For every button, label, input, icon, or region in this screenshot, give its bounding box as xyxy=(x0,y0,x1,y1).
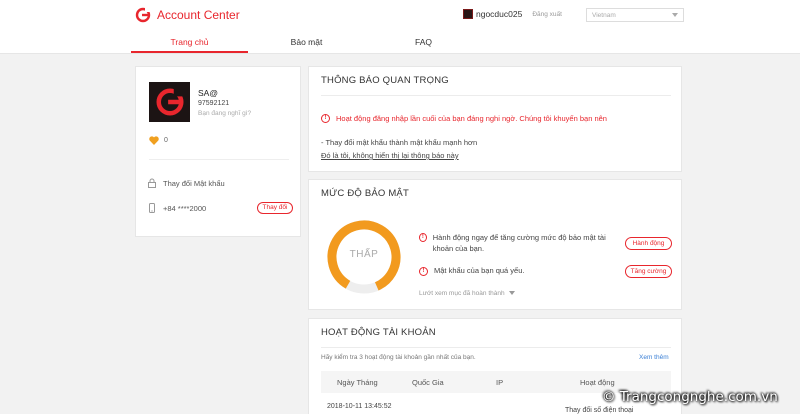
security-level-label: THẤP xyxy=(349,249,379,260)
table-row-action: Thay đổi số điện thoại xyxy=(565,407,634,414)
tab-security[interactable]: Bảo mật xyxy=(248,37,365,47)
action-now-button[interactable]: Hành động xyxy=(625,237,672,250)
security-item-text: Mật khẩu của bạn quá yếu. xyxy=(434,266,525,275)
notice-title: THÔNG BÁO QUAN TRỌNG xyxy=(321,75,449,86)
chevron-down-icon xyxy=(672,13,678,17)
notice-warning: ! Hoạt động đăng nhập lần cuối của bạn đ… xyxy=(321,114,607,123)
logo[interactable]: Account Center xyxy=(135,7,240,23)
completed-items-toggle[interactable]: Lướt xem mục đã hoàn thành xyxy=(419,290,515,297)
activity-title: HOẠT ĐỘNG TÀI KHOẢN xyxy=(321,327,436,338)
column-header-activity: Hoạt động xyxy=(580,378,615,387)
language-select[interactable]: Vietnam xyxy=(586,8,684,22)
user-menu[interactable]: ngocduc025 Đăng xuất xyxy=(463,9,562,19)
phone-row: +84 ****2000 xyxy=(147,203,206,213)
table-row-date: 2018-10-11 13:45:52 xyxy=(327,403,392,410)
notice-warning-text: Hoạt động đăng nhập lần cuối của bạn đán… xyxy=(336,114,607,123)
phone-number: +84 ****2000 xyxy=(163,203,207,213)
likes: 0 xyxy=(149,136,168,145)
change-phone-button[interactable]: Thay đổi xyxy=(257,202,293,214)
profile-name: SA@ xyxy=(198,88,218,98)
alert-icon: ! xyxy=(321,114,330,123)
change-password-label: Thay đổi Mật khẩu xyxy=(163,178,225,188)
chevron-down-icon xyxy=(508,291,515,296)
security-item-action: ! Hành động ngay để tăng cường mức độ bả… xyxy=(419,232,619,254)
strengthen-button[interactable]: Tăng cường xyxy=(625,265,672,278)
active-tab-indicator xyxy=(131,51,248,53)
profile-id: 97592121 xyxy=(198,100,230,107)
profile-avatar xyxy=(149,82,190,122)
profile-card: SA@ 97592121 Bạn đang nghĩ gì? 0 Thay đổ… xyxy=(135,66,301,237)
divider xyxy=(149,159,289,160)
tab-home[interactable]: Trang chủ xyxy=(131,37,248,47)
watermark: © Trangcongnghe.com.vn xyxy=(602,389,778,405)
divider xyxy=(321,347,671,348)
phone-icon xyxy=(149,203,155,213)
alert-icon: ! xyxy=(419,233,427,242)
language-value: Vietnam xyxy=(592,12,616,19)
username: ngocduc025 xyxy=(476,9,523,19)
security-level-card: MỨC ĐỘ BẢO MẬT THẤP ! Hành động ngay để … xyxy=(308,179,682,310)
change-password-link[interactable]: Thay đổi Mật khẩu xyxy=(147,178,225,188)
profile-motto[interactable]: Bạn đang nghĩ gì? xyxy=(198,110,251,117)
app-title: Account Center xyxy=(157,8,240,22)
garena-avatar-icon xyxy=(156,87,185,116)
dismiss-notice-link[interactable]: Đó là tôi, không hiển thị lại thông báo … xyxy=(321,151,459,160)
column-header-date: Ngày Tháng xyxy=(337,378,378,387)
main-tabs: Trang chủ Bảo mật FAQ xyxy=(0,32,800,54)
likes-count: 0 xyxy=(164,137,168,144)
tab-faq[interactable]: FAQ xyxy=(365,37,482,47)
lock-icon xyxy=(148,178,156,188)
security-item-text: Hành động ngay để tăng cường mức độ bảo … xyxy=(432,233,606,253)
completed-items-label: Lướt xem mục đã hoàn thành xyxy=(419,290,505,297)
garena-logo-icon xyxy=(135,7,151,23)
divider xyxy=(321,95,671,96)
security-title: MỨC ĐỘ BẢO MẬT xyxy=(321,188,409,199)
column-header-ip: IP xyxy=(496,378,504,387)
top-header: Account Center ngocduc025 Đăng xuất Viet… xyxy=(0,0,800,32)
user-avatar xyxy=(463,9,473,19)
heart-icon xyxy=(149,136,159,145)
important-notice-card: THÔNG BÁO QUAN TRỌNG ! Hoạt động đăng nh… xyxy=(308,66,682,172)
view-more-link[interactable]: Xem thêm xyxy=(639,354,669,361)
activity-description: Hãy kiểm tra 3 hoạt động tài khoản gần n… xyxy=(321,354,476,361)
logout-link[interactable]: Đăng xuất xyxy=(532,11,562,18)
notice-tip: - Thay đổi mật khẩu thành mật khẩu mạnh … xyxy=(321,138,478,147)
alert-icon: ! xyxy=(419,267,428,276)
column-header-country: Quốc Gia xyxy=(412,378,444,387)
security-item-password: ! Mật khẩu của bạn quá yếu. xyxy=(419,266,524,276)
